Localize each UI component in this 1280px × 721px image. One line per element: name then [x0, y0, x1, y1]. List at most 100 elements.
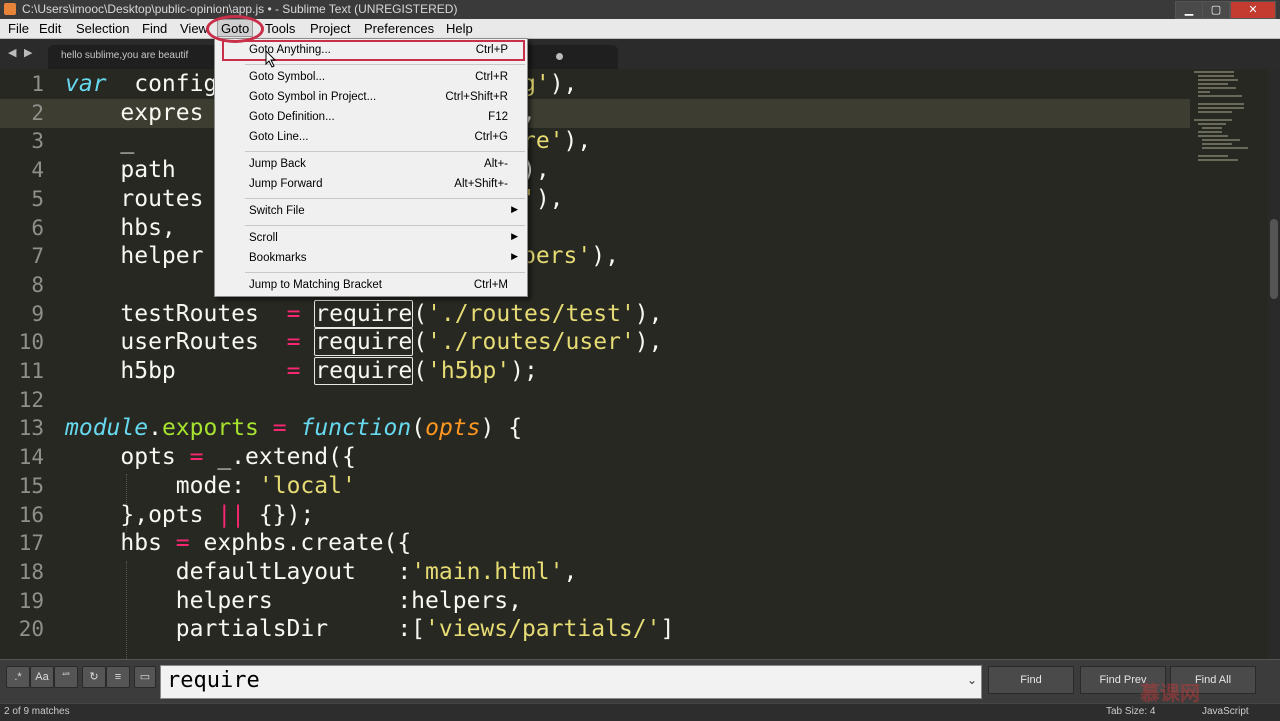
code-line[interactable]: 8: [0, 271, 1190, 300]
line-number: 9: [31, 301, 44, 326]
minimap-line: [1202, 127, 1222, 129]
menu-find[interactable]: Find: [139, 20, 170, 37]
goto-menu-item[interactable]: Jump Back Alt+-: [216, 155, 526, 175]
goto-menu-item[interactable]: Goto Symbol in Project... Ctrl+Shift+R: [216, 88, 526, 108]
line-number: 6: [31, 215, 44, 240]
tab-forward-arrow-icon[interactable]: ▶: [24, 46, 32, 59]
menu-tools[interactable]: Tools: [262, 20, 298, 37]
find-input[interactable]: require ⌄: [160, 665, 982, 699]
minimap-line: [1198, 111, 1232, 113]
menu-separator: [245, 272, 525, 273]
code-token: testRoutes: [65, 300, 287, 327]
code-token: helper: [65, 243, 204, 270]
menu-edit[interactable]: Edit: [36, 20, 64, 37]
minimize-button[interactable]: ▁: [1175, 1, 1203, 19]
menu-item-shortcut: Alt+Shift+-: [454, 178, 508, 190]
minimap-line: [1194, 119, 1232, 121]
line-number: 16: [18, 502, 44, 527]
menu-help[interactable]: Help: [443, 20, 476, 37]
minimap-line: [1198, 95, 1242, 97]
minimap-line: [1198, 91, 1210, 93]
minimap-line: [1198, 83, 1228, 85]
find-history-dropdown-icon[interactable]: ⌄: [967, 673, 977, 687]
goto-menu-item[interactable]: Goto Definition... F12: [216, 108, 526, 128]
tab-back-arrow-icon[interactable]: ◀: [8, 46, 16, 59]
find-button[interactable]: Find: [988, 666, 1074, 694]
tab-bar: ◀ ▶ hello sublime,you are beautif: [0, 39, 1280, 69]
line-number: 13: [18, 416, 44, 441]
code-line[interactable]: 5 routes outes'),: [0, 185, 1190, 214]
menu-file[interactable]: File: [5, 20, 32, 37]
line-number: 12: [18, 387, 44, 412]
close-button[interactable]: ✕: [1230, 1, 1276, 19]
code-line[interactable]: 7 helper b/helpers'),: [0, 242, 1190, 271]
menu-item-label: Scroll: [249, 232, 278, 244]
goto-menu-item[interactable]: Goto Symbol... Ctrl+R: [216, 68, 526, 88]
code-text: h5bp = require('h5bp');: [65, 357, 538, 386]
code-line[interactable]: 19 helpers :helpers,: [0, 587, 1190, 616]
maximize-button[interactable]: ▢: [1202, 1, 1230, 19]
find-panel: .* Aa “” ↻ ≡ ▭ require ⌄ Find Find Prev …: [0, 659, 1280, 704]
code-token: 'views/partials/': [425, 616, 661, 643]
minimap-line: [1194, 71, 1234, 73]
code-token: config: [106, 71, 218, 97]
scrollbar-thumb[interactable]: [1270, 219, 1278, 299]
code-token: ),: [634, 329, 663, 356]
menu-selection[interactable]: Selection: [73, 20, 132, 37]
highlight-matches-toggle-icon[interactable]: ▭: [134, 666, 156, 688]
vertical-scrollbar[interactable]: [1268, 69, 1280, 659]
whole-word-toggle[interactable]: “”: [54, 666, 78, 688]
code-token: var: [65, 71, 107, 97]
minimap-line: [1202, 143, 1232, 145]
code-line[interactable]: 10 userRoutes = require('./routes/user')…: [0, 328, 1190, 357]
in-selection-toggle-icon[interactable]: ≡: [106, 666, 130, 688]
code-token: mode:: [65, 472, 259, 499]
code-line[interactable]: 4 path '),: [0, 156, 1190, 185]
goto-menu-item[interactable]: Jump Forward Alt+Shift+-: [216, 175, 526, 195]
code-token: helpers :helpers,: [65, 587, 522, 614]
regex-toggle[interactable]: .*: [6, 666, 30, 688]
code-line[interactable]: 3 _ erscore'),: [0, 127, 1190, 156]
code-text: hbs,: [65, 214, 175, 243]
code-editor[interactable]: 1var config nfig'),2 expres ess'),3 _ er…: [0, 69, 1190, 659]
code-line[interactable]: 12: [0, 386, 1190, 415]
menu-item-shortcut: Alt+-: [484, 158, 508, 170]
menu-preferences[interactable]: Preferences: [361, 20, 437, 37]
minimap-line: [1198, 103, 1244, 105]
code-text: hbs = exphbs.create({: [65, 529, 411, 558]
goto-menu-item[interactable]: Jump to Matching Bracket Ctrl+M: [216, 276, 526, 296]
tab-size-selector[interactable]: Tab Size: 4: [1106, 706, 1155, 717]
code-token: (: [411, 415, 426, 442]
line-number: 5: [31, 186, 44, 211]
code-line[interactable]: 15 mode: 'local': [0, 472, 1190, 501]
goto-menu-item[interactable]: Switch File ▶: [216, 202, 526, 222]
code-line[interactable]: 17 hbs = exphbs.create({: [0, 529, 1190, 558]
code-line[interactable]: 13 module.exports = function(opts) {: [0, 414, 1190, 443]
line-number: 1: [31, 72, 44, 96]
case-sensitive-toggle[interactable]: Aa: [30, 666, 54, 688]
goto-menu-dropdown: Goto Anything... Ctrl+P Goto Symbol... Ctrl…: [214, 38, 528, 297]
wrap-toggle-icon[interactable]: ↻: [82, 666, 106, 688]
code-line[interactable]: 18 defaultLayout :'main.html',: [0, 558, 1190, 587]
code-line[interactable]: 20 partialsDir :['views/partials/']: [0, 615, 1190, 644]
menu-item-shortcut: F12: [488, 111, 508, 123]
unsaved-dot-icon[interactable]: [556, 53, 563, 60]
goto-menu-item[interactable]: Scroll ▶: [216, 229, 526, 249]
code-line[interactable]: 1var config nfig'),: [0, 70, 1190, 99]
code-line[interactable]: 6 hbs,: [0, 214, 1190, 243]
menu-project[interactable]: Project: [307, 20, 353, 37]
code-token: );: [510, 358, 538, 384]
code-line[interactable]: 2 expres ess'),: [0, 99, 1190, 128]
goto-menu-item[interactable]: Goto Line... Ctrl+G: [216, 128, 526, 148]
minimap[interactable]: [1190, 69, 1268, 659]
code-line[interactable]: 9 testRoutes = require('./routes/test'),: [0, 299, 1190, 329]
syntax-selector[interactable]: JavaScript: [1202, 706, 1249, 717]
code-line[interactable]: 14 opts = _.extend({: [0, 443, 1190, 472]
code-line[interactable]: 11 h5bp = require('h5bp');: [0, 357, 1190, 386]
code-line[interactable]: 16 },opts || {});: [0, 501, 1190, 530]
line-number: 4: [31, 158, 44, 183]
goto-menu-item[interactable]: Bookmarks ▶: [216, 249, 526, 269]
minimap-line: [1198, 135, 1228, 137]
menu-item-label: Switch File: [249, 205, 305, 217]
